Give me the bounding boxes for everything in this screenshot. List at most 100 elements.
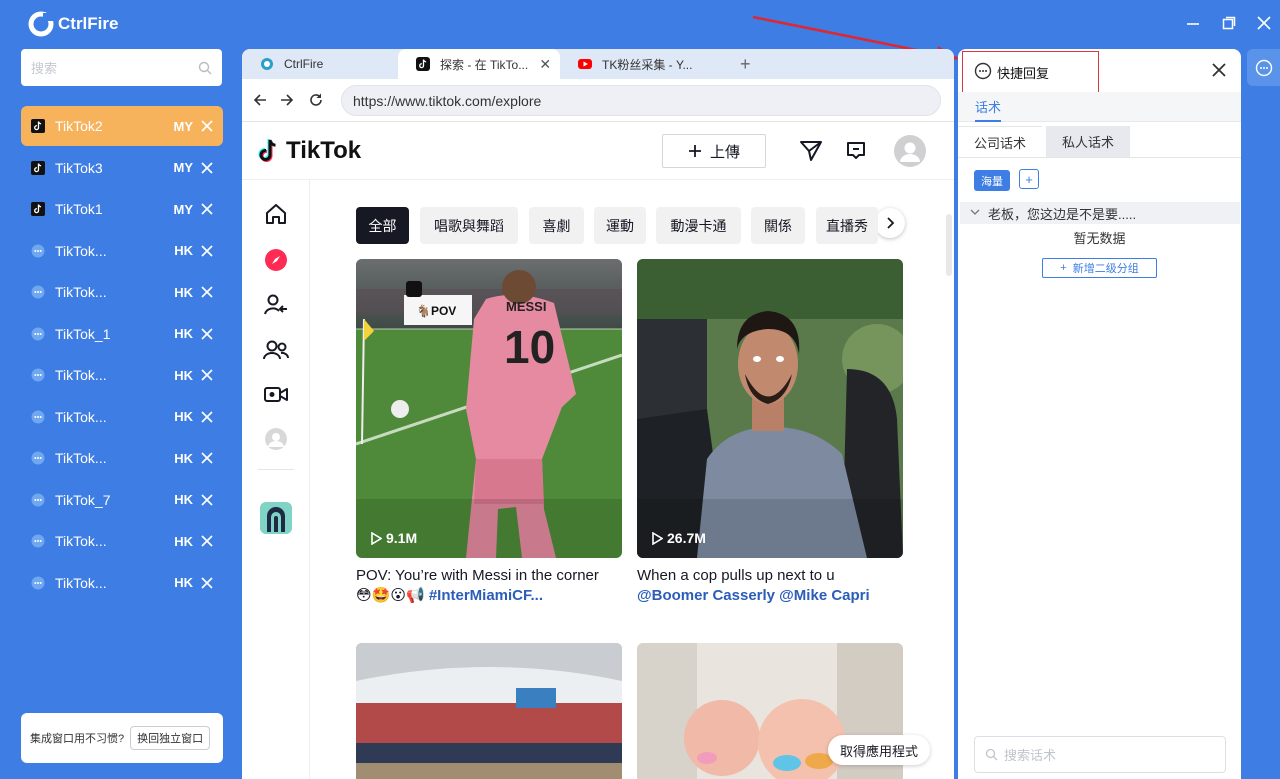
account-item[interactable]: TikTok... HK xyxy=(21,563,223,603)
close-account-icon[interactable] xyxy=(201,203,213,215)
close-account-icon[interactable] xyxy=(201,327,213,340)
account-region: MY xyxy=(173,201,194,217)
hashtag-link[interactable]: #InterMiamiCF... xyxy=(429,587,543,604)
category-chip[interactable]: 動漫卡通 xyxy=(656,207,741,244)
new-tab-button[interactable]: + xyxy=(740,54,751,75)
close-account-icon[interactable] xyxy=(201,452,213,464)
close-account-icon[interactable] xyxy=(201,244,213,257)
subtab-private[interactable]: 私人话术 xyxy=(1046,126,1130,157)
video-card-messi[interactable]: MESSI 10 🐐POV 9.1M xyxy=(356,259,622,558)
account-region: MY xyxy=(173,118,194,134)
video-card-cop[interactable]: 26.7M xyxy=(637,259,903,558)
add-category-button[interactable]: + xyxy=(1019,169,1039,189)
chat-bubble-icon xyxy=(31,451,45,465)
empty-state: 暂无数据 xyxy=(1073,231,1126,246)
account-name: TikTok2 xyxy=(55,118,103,134)
explore-compass-icon[interactable] xyxy=(262,246,290,274)
add-subgroup-button[interactable]: + 新增二级分组 xyxy=(1042,258,1157,278)
account-item[interactable]: TikTok_7 HK xyxy=(21,480,223,520)
video-card-stadium[interactable] xyxy=(356,643,622,779)
category-chip[interactable]: 關係 xyxy=(751,207,805,244)
close-account-icon[interactable] xyxy=(201,120,213,132)
mass-button[interactable]: 海量 xyxy=(974,170,1010,191)
account-name: TikTok... xyxy=(55,284,107,300)
account-item[interactable]: TikTok... HK xyxy=(21,521,223,561)
profile-avatar-icon[interactable] xyxy=(894,135,926,167)
friends-icon[interactable] xyxy=(262,336,290,364)
search-placeholder: 搜索话术 xyxy=(1004,748,1057,763)
account-name: TikTok_7 xyxy=(55,491,111,508)
browser-tab-youtube[interactable]: TK粉丝采集 - Y... xyxy=(560,49,715,79)
back-icon[interactable] xyxy=(252,92,268,108)
minimize-icon xyxy=(1187,23,1199,25)
account-item[interactable]: TikTok... HK xyxy=(21,355,223,395)
live-icon[interactable] xyxy=(262,380,290,408)
account-item[interactable]: TikTok... HK xyxy=(21,272,223,312)
account-item[interactable]: TikTok... HK xyxy=(21,397,223,437)
video-caption[interactable]: When a cop pulls up next to u @Boomer Ca… xyxy=(637,566,903,606)
tiktok-logo[interactable]: TikTok xyxy=(258,137,361,165)
tab-title: CtrlFire xyxy=(284,57,324,71)
home-icon[interactable] xyxy=(262,200,290,228)
account-name: TikTok3 xyxy=(55,159,103,176)
account-item[interactable]: TikTok3 MY xyxy=(21,148,223,188)
category-chip[interactable]: 全部 xyxy=(356,207,409,244)
close-account-icon[interactable] xyxy=(201,286,213,298)
close-window-button[interactable] xyxy=(1253,12,1275,34)
chat-bubble-icon xyxy=(31,327,45,341)
account-item[interactable]: TikTok_1 HK xyxy=(21,314,223,354)
mention-links[interactable]: @Boomer Casserly @Mike Capri xyxy=(637,586,903,606)
profile-icon[interactable] xyxy=(262,425,290,453)
reload-icon[interactable] xyxy=(308,92,324,108)
close-tab-icon[interactable]: ✕ xyxy=(536,56,554,73)
chips-next-button[interactable] xyxy=(875,208,905,238)
close-account-icon[interactable] xyxy=(201,369,213,381)
close-account-icon[interactable] xyxy=(201,535,213,547)
close-panel-icon[interactable] xyxy=(1212,63,1226,77)
upload-button[interactable]: 上傳 xyxy=(662,134,766,168)
chat-bubble-icon xyxy=(31,576,45,590)
scrollbar[interactable] xyxy=(946,214,952,276)
ctrlfire-logo-icon xyxy=(28,11,54,37)
forward-icon[interactable] xyxy=(279,92,295,108)
tab-scripts[interactable]: 话术 xyxy=(975,97,1002,122)
account-item[interactable]: TikTok... HK xyxy=(21,438,223,478)
browser-tab-bar: CtrlFire 探索 - 在 TikTo... ✕ TK粉丝采集 - Y...… xyxy=(242,49,954,79)
category-chip[interactable]: 運動 xyxy=(594,207,646,244)
browser-tab-tiktok[interactable]: 探索 - 在 TikTo... ✕ xyxy=(398,49,560,79)
close-account-icon[interactable] xyxy=(201,576,213,589)
category-chip[interactable]: 直播秀 xyxy=(816,207,878,244)
messages-send-icon[interactable] xyxy=(799,140,823,162)
tiktok-wordmark: TikTok xyxy=(286,137,362,164)
account-item[interactable]: TikTok1 MY xyxy=(21,189,223,229)
youtube-icon xyxy=(578,59,592,69)
account-region: MY xyxy=(173,160,194,175)
category-chip[interactable]: 唱歌與舞蹈 xyxy=(420,207,518,244)
close-account-icon[interactable] xyxy=(201,493,213,506)
category-chip[interactable]: 喜劇 xyxy=(529,207,584,244)
account-item[interactable]: TikTok... HK xyxy=(21,231,223,271)
account-search-input[interactable]: 搜索 xyxy=(21,49,222,86)
account-item[interactable]: TikTok2 MY xyxy=(21,106,223,146)
subtab-company[interactable]: 公司话术 xyxy=(958,126,1042,157)
minimize-button[interactable] xyxy=(1182,12,1204,34)
maximize-button[interactable] xyxy=(1218,12,1240,34)
switch-window-button[interactable]: 换回独立窗口 xyxy=(130,726,211,750)
app-logo: CtrlFire xyxy=(28,11,118,37)
close-account-icon[interactable] xyxy=(201,410,213,423)
script-group-row[interactable]: 老板，您这边是不是要..... xyxy=(960,202,1240,224)
chat-bubble-icon xyxy=(31,534,45,548)
get-app-button[interactable]: 取得應用程式 xyxy=(828,735,931,765)
video-caption[interactable]: POV: You’re with Messi in the corner 😳🤩😮… xyxy=(356,566,622,606)
account-region: HK xyxy=(174,492,193,507)
browser-nav-bar: https://www.tiktok.com/explore xyxy=(242,79,954,122)
following-icon[interactable] xyxy=(262,291,290,319)
script-search-input[interactable]: 搜索话术 xyxy=(974,736,1226,773)
creator-badge-icon[interactable] xyxy=(260,502,292,534)
browser-tab-ctrlfire[interactable]: CtrlFire xyxy=(242,49,395,79)
close-account-icon[interactable] xyxy=(201,161,213,174)
address-bar[interactable]: https://www.tiktok.com/explore xyxy=(341,85,941,116)
quick-reply-toggle-button[interactable] xyxy=(1247,49,1280,86)
inbox-icon[interactable] xyxy=(845,140,867,162)
tiktok-note-icon xyxy=(258,139,276,162)
